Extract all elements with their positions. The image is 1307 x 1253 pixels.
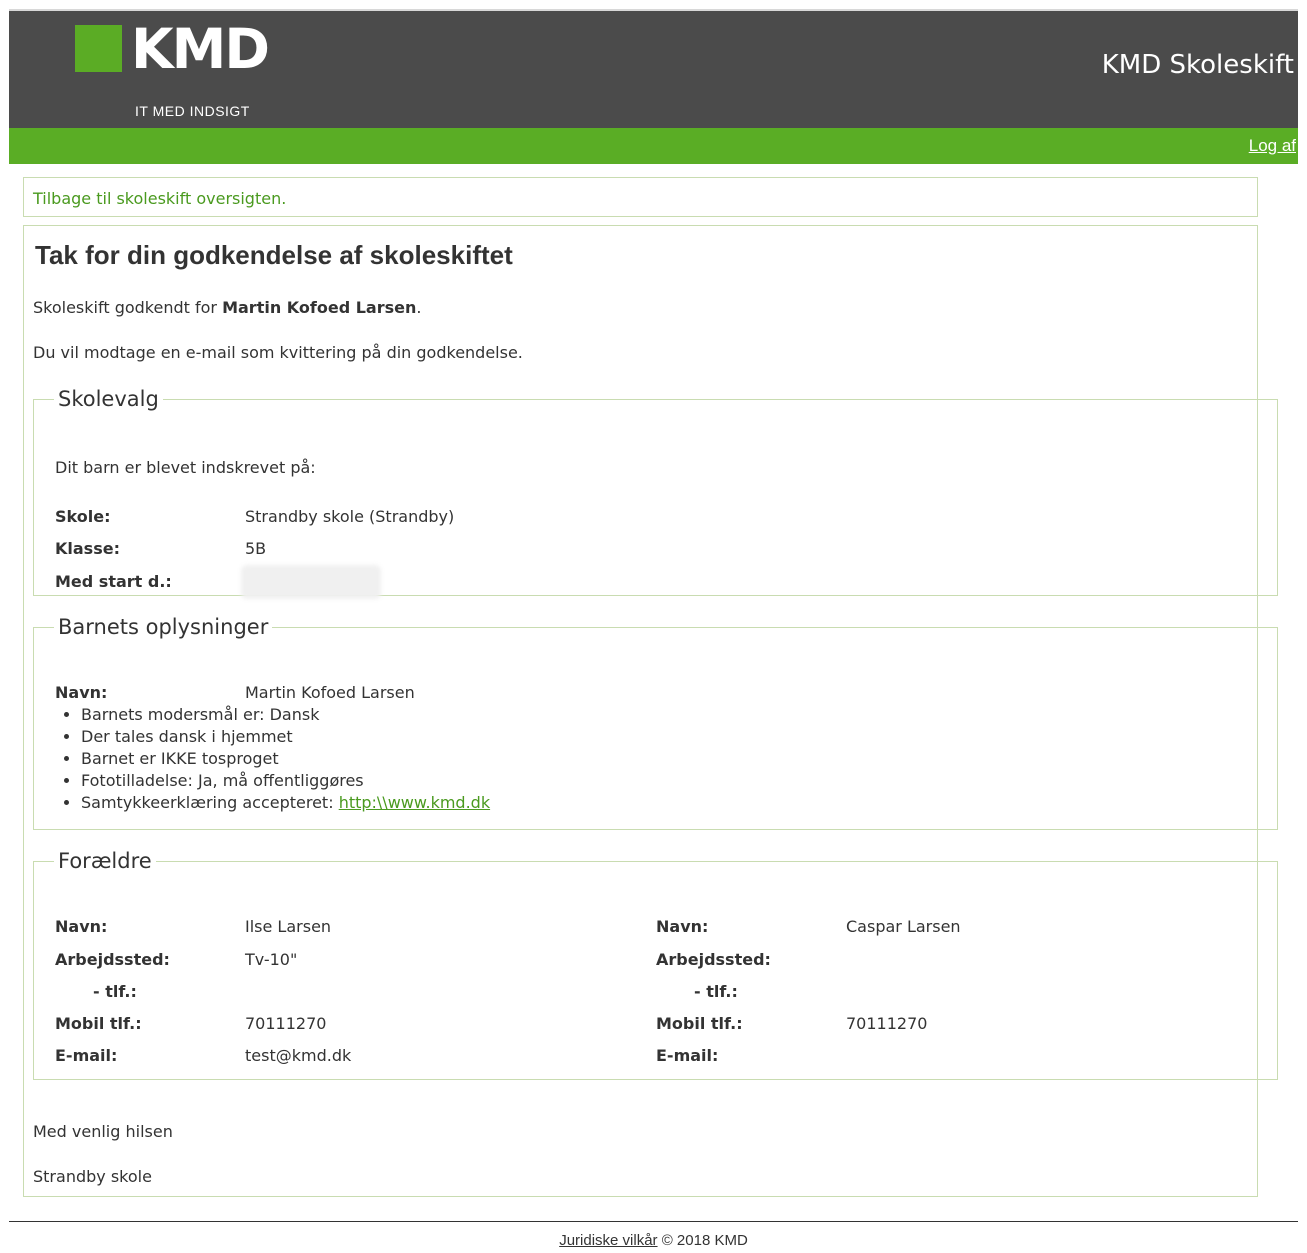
- foraeldre-legend: Forældre: [58, 849, 152, 873]
- class-label: Klasse:: [55, 539, 120, 558]
- page-title: Tak for din godkendelse af skoleskiftet: [35, 240, 513, 270]
- back-nav-box: Tilbage til skoleskift oversigten.: [23, 177, 1258, 217]
- list-item: Barnet er IKKE tosproget: [81, 748, 490, 770]
- approval-prefix: Skoleskift godkendt for: [33, 298, 223, 317]
- header: KMD IT MED INDSIGT KMD Skoleskift: [9, 9, 1298, 128]
- parent1-mobile-label: Mobil tlf.:: [55, 1014, 142, 1033]
- school-label: Skole:: [55, 507, 111, 526]
- logout-link[interactable]: Log af: [1249, 136, 1296, 156]
- parent2-phone-label: - tlf.:: [694, 982, 738, 1001]
- consent-prefix: Samtykkeerklæring accepteret:: [81, 793, 339, 812]
- parent1-phone-label: - tlf.:: [93, 982, 137, 1001]
- parent2-mobile-value: 70111270: [846, 1014, 928, 1033]
- footer: Juridiske vilkår © 2018 KMD: [9, 1232, 1298, 1249]
- back-to-overview-link[interactable]: Tilbage til skoleskift oversigten.: [33, 189, 286, 208]
- list-item-consent: Samtykkeerklæring accepteret: http:\\www…: [81, 792, 490, 814]
- footer-divider: [9, 1221, 1298, 1222]
- barnets-oplysninger-legend: Barnets oplysninger: [58, 615, 269, 639]
- copyright-text: © 2018 KMD: [657, 1232, 748, 1249]
- parent2-workplace-label: Arbejdssted:: [656, 950, 771, 969]
- logo-square-icon: [75, 25, 122, 72]
- consent-link[interactable]: http:\\www.kmd.dk: [339, 793, 490, 812]
- barnets-oplysninger-section: Barnets oplysninger Navn: Martin Kofoed …: [33, 614, 1278, 830]
- child-name-label: Navn:: [55, 683, 108, 702]
- skolevalg-legend: Skolevalg: [58, 387, 159, 411]
- parent2-mobile-label: Mobil tlf.:: [656, 1014, 743, 1033]
- approval-message: Skoleskift godkendt for Martin Kofoed La…: [33, 298, 421, 317]
- main-content: Tak for din godkendelse af skoleskiftet …: [23, 225, 1278, 1197]
- parent2-name-value: Caspar Larsen: [846, 917, 961, 936]
- parent1-email-value: test@kmd.dk: [245, 1046, 352, 1065]
- page: KMD IT MED INDSIGT KMD Skoleskift Log af…: [9, 9, 1298, 1249]
- receipt-message: Du vil modtage en e-mail som kvittering …: [33, 343, 523, 362]
- parent1-mobile-value: 70111270: [245, 1014, 327, 1033]
- child-name-value: Martin Kofoed Larsen: [245, 683, 415, 702]
- enrollment-intro: Dit barn er blevet indskrevet på:: [55, 458, 316, 477]
- child-info-list: Barnets modersmål er: Dansk Der tales da…: [56, 704, 490, 814]
- kmd-logo[interactable]: KMD IT MED INDSIGT: [75, 17, 285, 119]
- start-date-label: Med start d.:: [55, 572, 172, 591]
- class-value: 5B: [245, 539, 267, 558]
- list-item: Fototilladelse: Ja, må offentliggøres: [81, 770, 490, 792]
- parent1-email-label: E-mail:: [55, 1046, 118, 1065]
- logo-tagline: IT MED INDSIGT: [135, 103, 250, 119]
- parent2-email-label: E-mail:: [656, 1046, 719, 1065]
- terms-link[interactable]: Juridiske vilkår: [559, 1232, 657, 1249]
- parent1-name-label: Navn:: [55, 917, 108, 936]
- list-item: Barnets modersmål er: Dansk: [81, 704, 490, 726]
- approval-suffix: .: [416, 298, 422, 317]
- parent1-name-value: Ilse Larsen: [245, 917, 332, 936]
- closing-greeting: Med venlig hilsen: [33, 1122, 173, 1141]
- skolevalg-section: Skolevalg Dit barn er blevet indskrevet …: [33, 386, 1278, 599]
- foraeldre-section: Forældre Navn: Ilse Larsen Arbejdssted: …: [33, 848, 1278, 1080]
- app-title: KMD Skoleskift: [1101, 50, 1294, 80]
- school-value: Strandby skole (Strandby): [245, 507, 455, 526]
- logo-wordmark: KMD: [131, 17, 270, 81]
- closing-signature: Strandby skole: [33, 1167, 152, 1186]
- start-date-value-redacted: [241, 565, 381, 599]
- approved-child-name: Martin Kofoed Larsen: [222, 298, 417, 317]
- list-item: Der tales dansk i hjemmet: [81, 726, 490, 748]
- nav-bar: Log af: [9, 128, 1298, 164]
- parent2-name-label: Navn:: [656, 917, 709, 936]
- parent1-workplace-label: Arbejdssted:: [55, 950, 170, 969]
- parent1-workplace-value: Tv-10": [245, 950, 298, 969]
